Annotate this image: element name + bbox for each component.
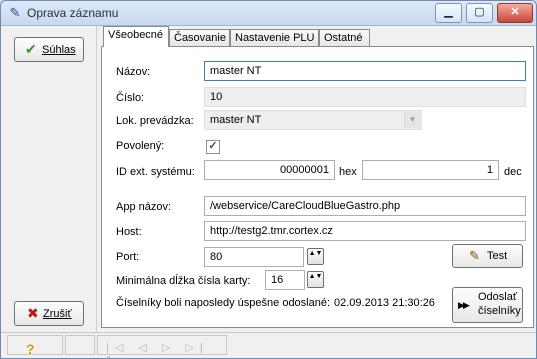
left-button-panel: ✔ Súhlas ✖ Zrušiť [1,26,97,332]
ext-id-label: ID ext. systému: [116,166,195,178]
ext-id-dec-input[interactable]: 1 [362,160,499,180]
status-cell-empty [65,335,95,355]
tab-plu-settings[interactable]: Nastavenie PLU [230,29,319,47]
number-field: 10 [204,87,526,107]
title-bar: ✎ Oprava záznamu ▁ ▢ ✕ [1,1,536,26]
help-icon[interactable]: ? [26,341,35,357]
record-navigator: |◁ ◁ ▷ ▷| ↻ [97,335,227,358]
checkmark-icon: ✔ [25,41,37,57]
port-label: Port: [116,251,140,263]
enabled-label: Povolený: [116,140,165,152]
close-button[interactable]: ✕ [497,3,533,23]
send-lists-button[interactable]: ▶▶ Odoslať číselníky [452,287,523,323]
location-select[interactable]: master NT ▼ [204,110,422,130]
location-label: Lok. prevádzka: [116,115,194,127]
edit-record-window: ✎ Oprava záznamu ▁ ▢ ✕ ✔ Súhlas ✖ Zrušiť… [0,0,537,359]
min-card-length-label: Minimálna dĺžka čísla karty: [116,275,251,287]
minimize-button[interactable]: ▁ [435,3,462,23]
host-input[interactable]: http://testg2.tmr.cortex.cz [204,221,526,241]
last-sent-label: Číselníky boli naposledy úspešne odoslan… [116,297,331,309]
dec-label: dec [504,166,522,178]
min-card-length-input[interactable]: 16 [265,270,305,290]
name-label: Názov: [116,66,151,78]
ext-id-hex-input[interactable]: 00000001 [204,160,335,180]
tab-general[interactable]: Všeobecné [103,26,169,47]
tab-timing[interactable]: Časovanie [169,29,230,47]
app-name-input[interactable]: /webservice/CareCloudBlueGastro.php [204,196,526,216]
enabled-checkbox[interactable]: ✓ [206,140,220,154]
window-title: Oprava záznamu [27,6,119,20]
red-x-icon: ✖ [27,305,39,321]
general-tab-panel: Názov: master NT Číslo: 10 Lok. prevádzk… [101,46,534,328]
hex-label: hex [339,166,357,178]
app-name-label: App názov: [116,201,172,213]
min-card-length-stepper[interactable]: ▲▼ [307,271,324,288]
status-cell-help: ? [7,335,63,357]
fast-forward-icon: ▶▶ [458,299,470,310]
send-lists-label-line1: Odoslať [478,291,517,303]
host-label: Host: [116,226,142,238]
last-sent-value: 02.09.2013 21:30:26 [334,297,435,309]
confirm-button-label: Súhlas [42,43,76,56]
status-bar: ? |◁ ◁ ▷ ▷| ↻ [1,332,536,358]
cancel-button-label: Zrušiť [43,307,72,320]
confirm-button[interactable]: ✔ Súhlas [14,37,84,62]
number-label: Číslo: [116,92,145,104]
chevron-down-icon[interactable]: ▼ [404,112,420,128]
port-input[interactable]: 80 [204,247,304,267]
port-stepper[interactable]: ▲▼ [307,248,324,265]
location-select-value: master NT [210,114,262,126]
test-button[interactable]: ✎ Test [452,244,523,268]
navigation-arrows-icon[interactable]: |◁ ◁ ▷ ▷| ↻ [106,341,226,358]
edit-pencil-icon: ✎ [9,5,21,20]
test-button-label: Test [487,250,508,262]
send-lists-label-line2: číselníky [478,305,521,317]
cancel-button[interactable]: ✖ Zrušiť [14,301,84,326]
name-input[interactable]: master NT [204,61,526,81]
tab-other[interactable]: Ostatné [319,29,370,47]
pencil-icon: ✎ [469,248,480,263]
maximize-button[interactable]: ▢ [466,3,493,23]
